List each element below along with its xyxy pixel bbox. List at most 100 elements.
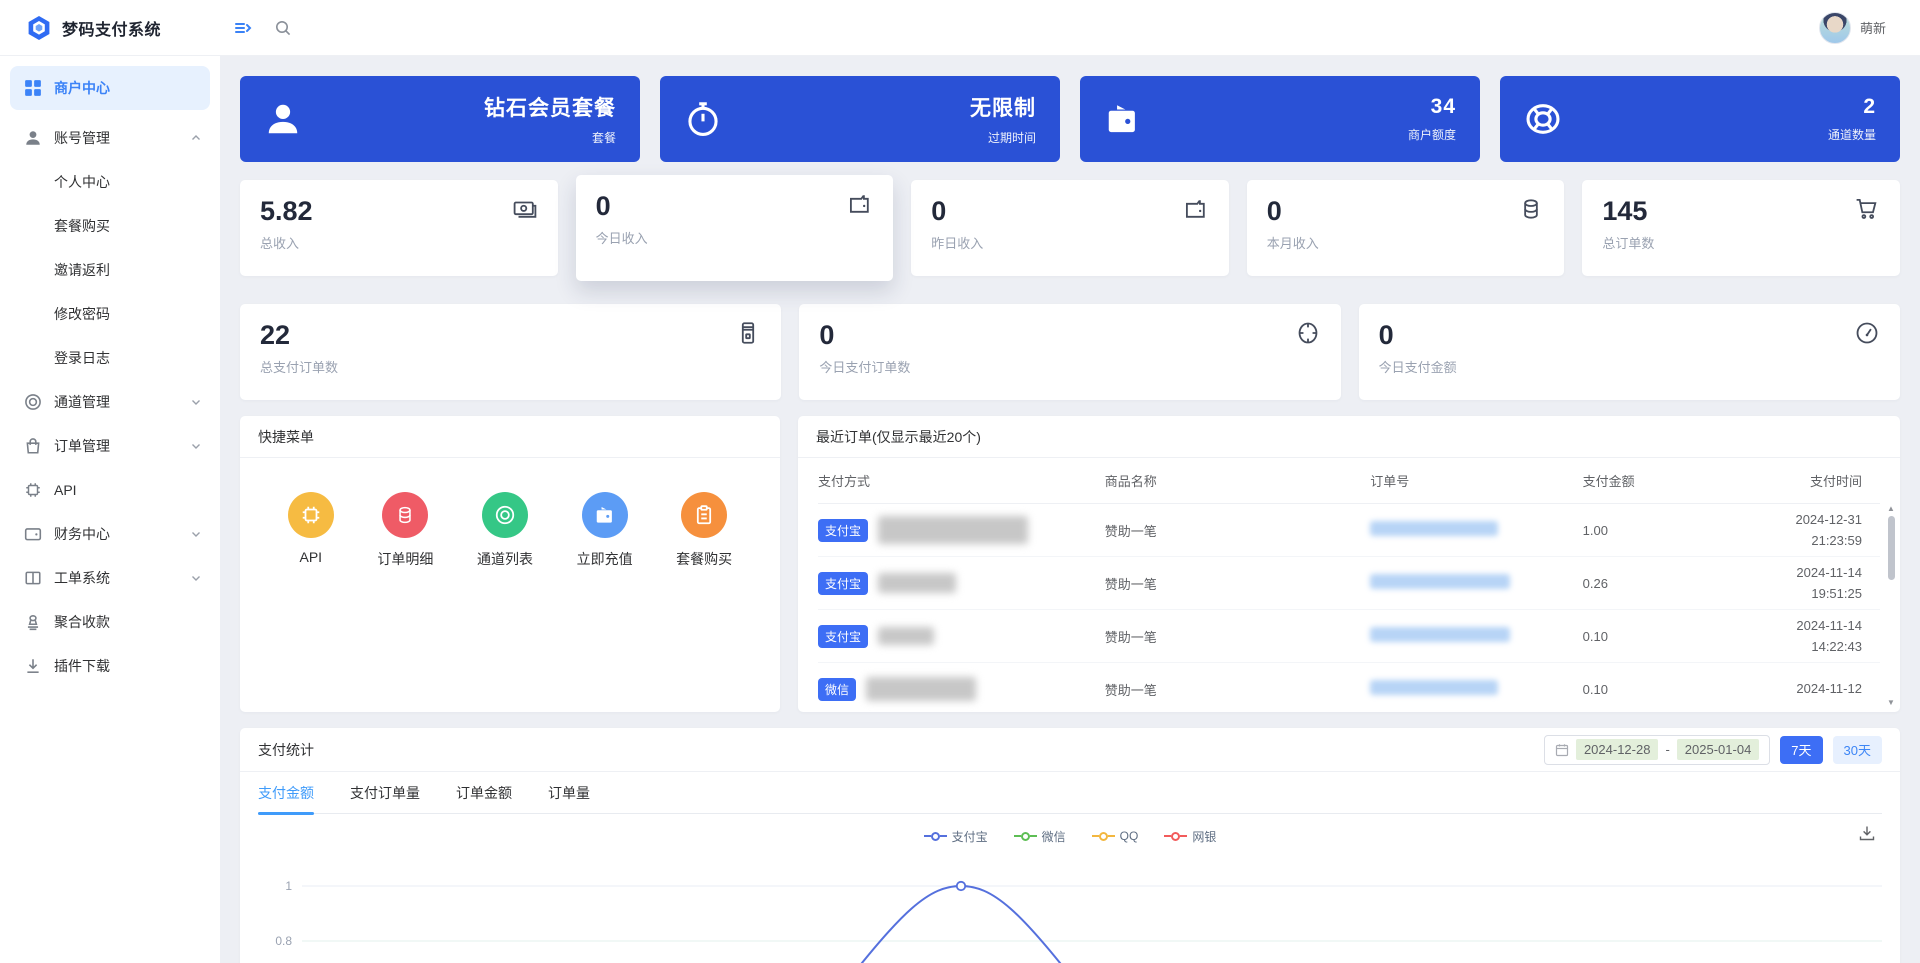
stat-label: 今日支付金额: [1378, 360, 1457, 375]
username: 萌新: [1859, 21, 1886, 36]
sidebar-item-aggregate-collection[interactable]: 聚合收款: [0, 600, 220, 644]
stat-value: 0: [1266, 196, 1282, 226]
wallet-card-icon: [1183, 196, 1209, 222]
stat-card-month-income: 0 本月收入: [1246, 180, 1565, 276]
pay-amount: 0.10: [1582, 681, 1608, 697]
user-avatar[interactable]: [1818, 11, 1851, 44]
orders-scrollbar[interactable]: ▲ ▼: [1885, 504, 1897, 708]
sidebar-item-invite-rebate[interactable]: 邀请返利: [0, 248, 220, 292]
summary-label: 商户额度: [1407, 128, 1456, 142]
lifebuoy-icon: [1524, 100, 1562, 138]
stat-value: 0: [931, 196, 947, 226]
sidebar-item-personal-center[interactable]: 个人中心: [0, 160, 220, 204]
sidebar-item-plan-purchase[interactable]: 套餐购买: [0, 204, 220, 248]
chevron-down-icon: [190, 528, 202, 540]
crosshair-icon: [1295, 320, 1321, 346]
sidebar-item-label: 工单系统: [54, 570, 110, 586]
sidebar-item-channel-management[interactable]: 通道管理: [0, 380, 220, 424]
cash-icon: [512, 196, 538, 222]
scroll-up-icon[interactable]: ▲: [1887, 504, 1895, 514]
grid-icon: [24, 79, 42, 97]
scroll-down-icon[interactable]: ▼: [1887, 698, 1895, 708]
redacted-merchant: [878, 627, 935, 645]
user-menu[interactable]: 萌新: [1818, 11, 1920, 44]
summary-title: 钻石会员套餐: [484, 97, 616, 120]
cart-icon: [1854, 196, 1880, 222]
table-row: 支付宝 赞助一笔 0.26 2024-11-14 19:51:25: [818, 557, 1880, 610]
sidebar-item-change-password[interactable]: 修改密码: [0, 292, 220, 336]
summary-card-channel-count: 2 通道数量: [1500, 76, 1900, 162]
quick-item-order-details[interactable]: 订单明细: [377, 492, 433, 569]
table-row: 微信 赞助一笔 0.10 2024-11-12: [818, 663, 1880, 712]
payment-chart: 1 0.8: [258, 860, 1882, 963]
product-name: 赞助一笔: [1104, 629, 1157, 645]
col-header: 商品名称: [1104, 474, 1157, 489]
date-start-value[interactable]: 2024-12-28: [1575, 739, 1659, 760]
range-button-7d[interactable]: 7天: [1780, 735, 1823, 764]
stats-tabs: 支付金额 支付订单量 订单金额 订单量: [258, 772, 1882, 815]
redacted-order-no: [1370, 521, 1499, 536]
line-chart-canvas: 1 0.8: [275, 879, 1882, 963]
redacted-order-no: [1370, 627, 1511, 642]
quick-item-label: 订单明细: [377, 551, 434, 567]
pay-amount: 0.10: [1582, 628, 1608, 644]
quick-item-label: 套餐购买: [676, 551, 733, 567]
sidebar-item-merchant-center[interactable]: 商户中心: [10, 66, 210, 110]
tab-pay-amount[interactable]: 支付金额: [258, 772, 314, 815]
chip-icon: [287, 492, 334, 538]
col-header: 支付时间: [1809, 474, 1862, 489]
search-icon[interactable]: [274, 19, 292, 37]
download-chart-icon[interactable]: [1858, 824, 1876, 842]
legend-item-netbank[interactable]: 网银: [1164, 828, 1216, 845]
sidebar-item-label: 插件下载: [54, 658, 110, 674]
summary-title: 2: [1863, 95, 1876, 118]
wallet-icon: [1104, 100, 1142, 138]
pay-method-tag: 支付宝: [818, 571, 869, 595]
tab-order-amount[interactable]: 订单金额: [456, 772, 512, 814]
date-separator: -: [1665, 742, 1670, 757]
legend-label: 网银: [1192, 829, 1217, 844]
pay-amount: 0.26: [1582, 575, 1608, 591]
chevron-down-icon: [190, 396, 202, 408]
summary-label: 套餐: [591, 131, 616, 145]
redacted-merchant: [866, 677, 977, 701]
sidebar-item-account-management[interactable]: 账号管理: [0, 116, 220, 160]
line-marker-icon: [1091, 831, 1115, 841]
redacted-order-no: [1370, 680, 1499, 695]
quick-item-recharge[interactable]: 立即充值: [577, 492, 633, 569]
sidebar-item-label: 订单管理: [54, 438, 110, 454]
legend-item-wechat[interactable]: 微信: [1013, 828, 1066, 845]
coins-icon: [1518, 196, 1544, 222]
range-button-30d[interactable]: 30天: [1832, 735, 1882, 764]
user-icon: [264, 100, 302, 138]
quick-item-channel-list[interactable]: 通道列表: [477, 492, 533, 569]
recent-orders-title: 最近订单(仅显示最近20个): [798, 416, 1900, 458]
sidebar-item-ticket-system[interactable]: 工单系统: [0, 556, 220, 600]
quick-item-plan-purchase[interactable]: 套餐购买: [676, 492, 732, 569]
date-end-value[interactable]: 2025-01-04: [1676, 739, 1760, 760]
tab-pay-order-count[interactable]: 支付订单量: [350, 772, 420, 814]
line-marker-icon: [1164, 831, 1188, 841]
scrollbar-thumb[interactable]: [1887, 516, 1895, 580]
pay-date: 2024-11-12: [1796, 681, 1862, 697]
sidebar-item-login-log[interactable]: 登录日志: [0, 336, 220, 380]
summary-card-merchant-quota: 34 商户额度: [1080, 76, 1480, 162]
sidebar: 商户中心 账号管理 个人中心 套餐购买 邀请返利 修改密码 登录日志 通道管理 …: [0, 56, 220, 963]
sidebar-item-plugin-download[interactable]: 插件下载: [0, 644, 220, 688]
tab-order-count[interactable]: 订单量: [548, 772, 590, 814]
collapse-menu-icon[interactable]: [234, 19, 252, 37]
legend-item-alipay[interactable]: 支付宝: [923, 828, 988, 845]
sidebar-item-order-management[interactable]: 订单管理: [0, 424, 220, 468]
redacted-order-no: [1370, 574, 1511, 589]
date-range-picker[interactable]: 2024-12-28 - 2025-01-04: [1543, 734, 1771, 765]
stat-label: 今日支付订单数: [819, 360, 911, 375]
stat-card-today-paid-amount: 0 今日支付金额: [1358, 304, 1900, 400]
quick-item-api[interactable]: API: [287, 492, 334, 565]
bank-card-icon: [735, 320, 761, 346]
logo-area[interactable]: 梦码支付系统: [0, 15, 220, 41]
sidebar-item-api[interactable]: API: [0, 468, 220, 512]
sidebar-item-finance-center[interactable]: 财务中心: [0, 512, 220, 556]
stat-label: 本月收入: [1266, 236, 1319, 251]
pay-method-tag: 支付宝: [818, 624, 869, 648]
legend-item-qq[interactable]: QQ: [1091, 829, 1138, 843]
